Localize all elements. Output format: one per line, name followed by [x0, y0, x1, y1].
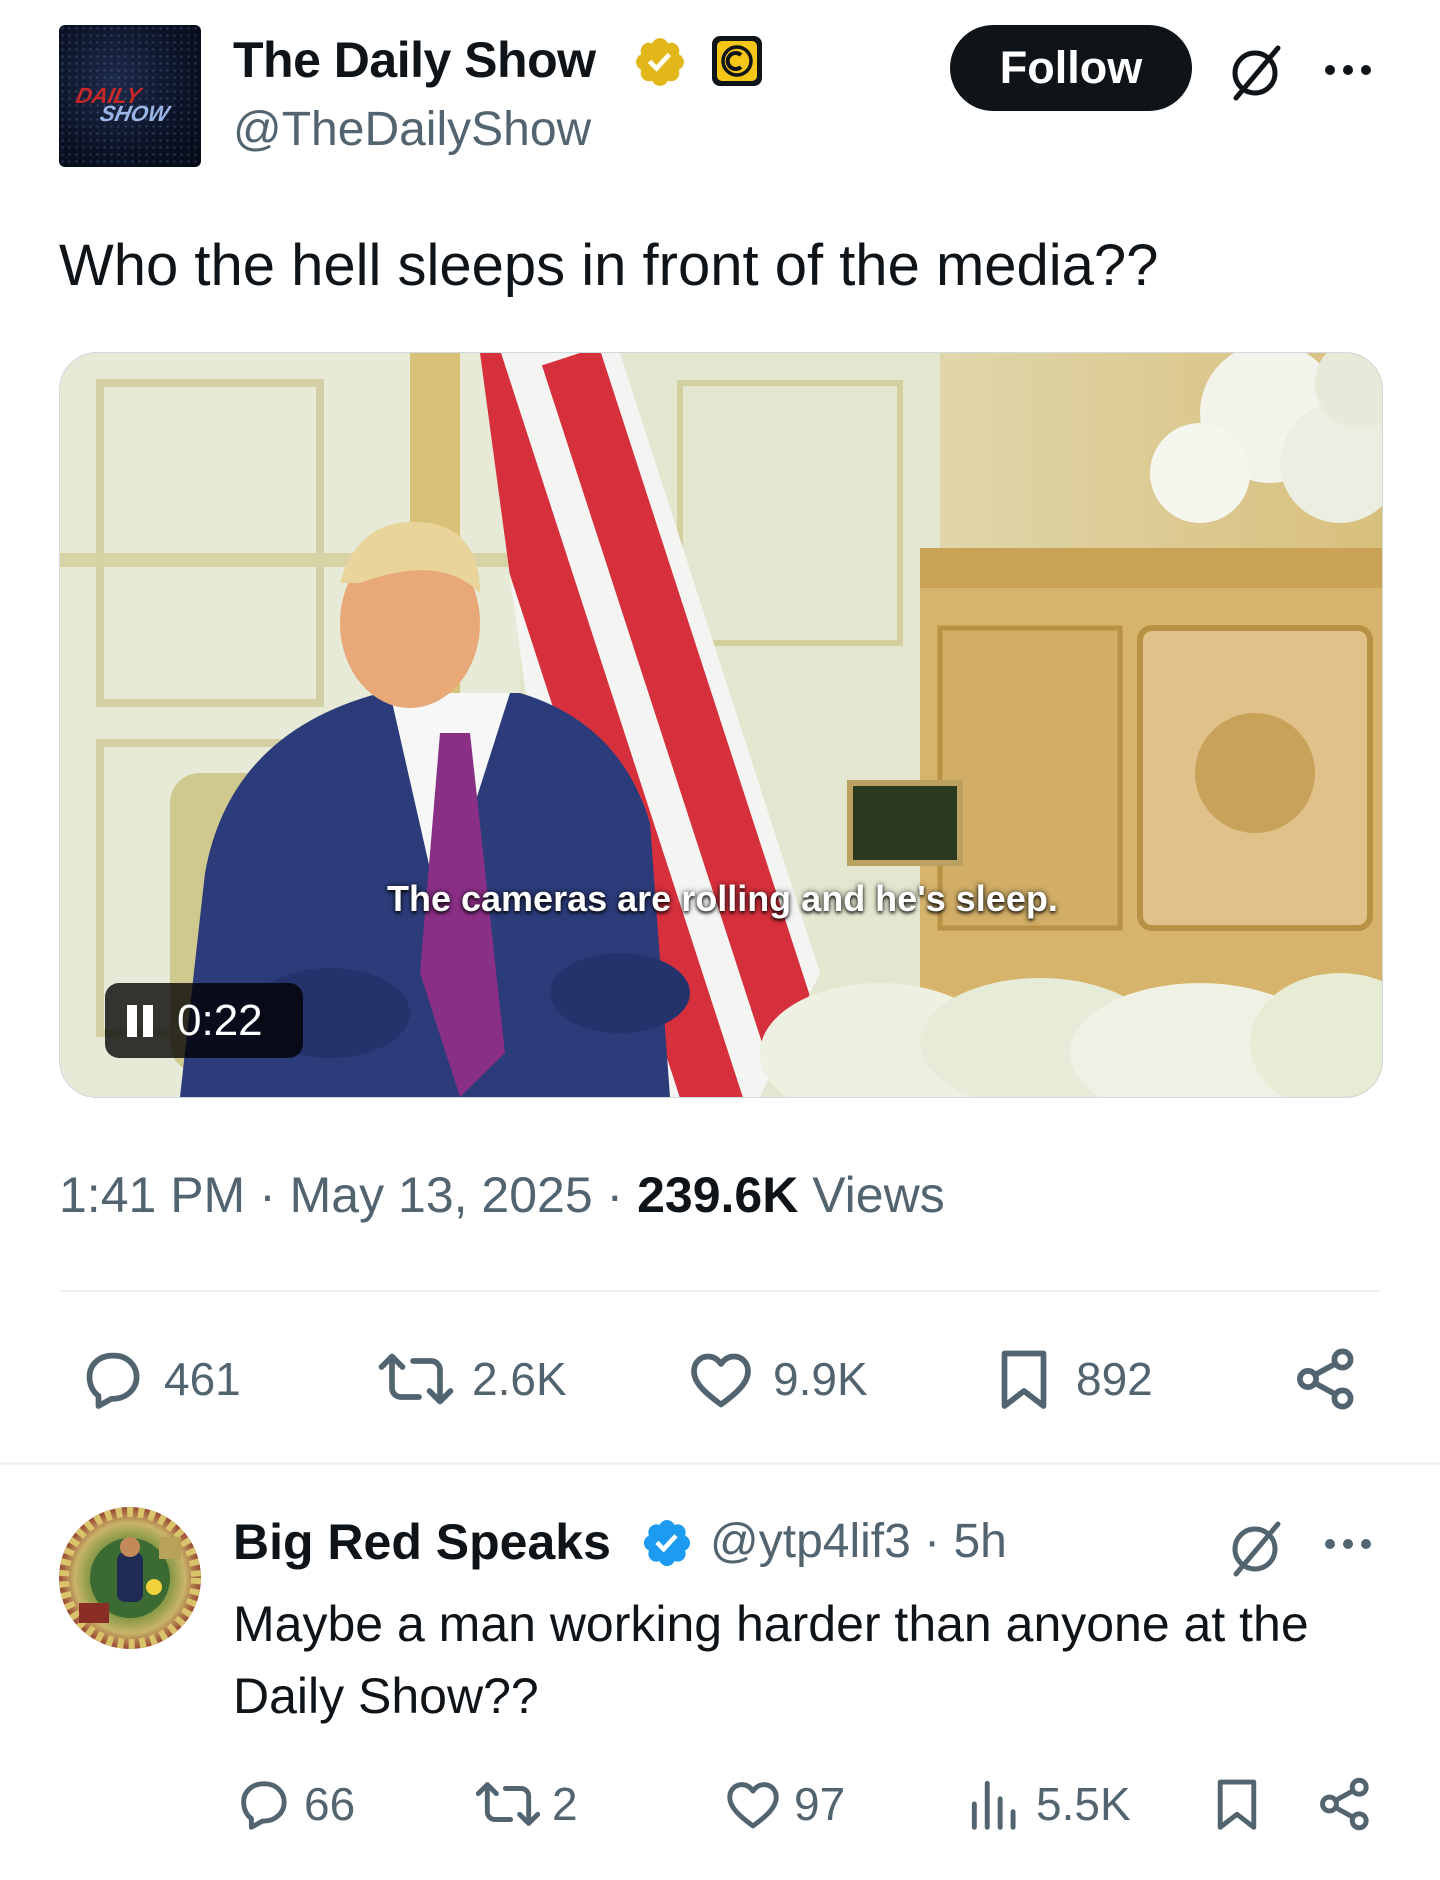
reply-author-name[interactable]: Big Red Speaks	[233, 1510, 611, 1574]
reply-count: 461	[164, 1353, 241, 1405]
heart-icon	[727, 1782, 779, 1829]
video-caption: The cameras are rolling and he's sleep.	[387, 878, 1058, 919]
reply-share-button[interactable]	[1314, 1773, 1376, 1835]
tweet-time[interactable]: 1:41 PM	[59, 1167, 245, 1223]
reply-icon	[241, 1781, 287, 1830]
verified-blue-icon	[643, 1519, 691, 1567]
reply-text: Maybe a man working harder than anyone a…	[233, 1596, 1309, 1724]
reply-time[interactable]: 5h	[953, 1515, 1006, 1568]
meta-separator: ·	[592, 1167, 638, 1223]
grok-icon[interactable]	[1222, 1516, 1288, 1582]
repost-count: 2.6K	[472, 1353, 567, 1405]
bookmark-icon	[1001, 1350, 1047, 1409]
reply-like-count: 97	[794, 1778, 846, 1830]
reply-reply-count: 66	[304, 1778, 356, 1830]
like-count: 9.9K	[773, 1353, 868, 1405]
share-icon	[1297, 1348, 1354, 1410]
views-label: Views	[812, 1167, 945, 1223]
author-handle[interactable]: @TheDailyShow	[233, 100, 591, 160]
reply-bookmark-button[interactable]	[1206, 1773, 1268, 1835]
tweet-meta: 1:41 PM · May 13, 2025 · 239.6K Views	[59, 1163, 945, 1227]
repost-icon	[475, 1782, 541, 1826]
repost-icon	[378, 1353, 454, 1405]
reply-repost-count: 2	[552, 1778, 578, 1830]
author-avatar[interactable]: DAILY SHOW	[59, 25, 201, 167]
playback-indicator[interactable]: 0:22	[105, 983, 303, 1058]
reply-views-count: 5.5K	[1036, 1778, 1131, 1830]
reply-icon	[86, 1352, 140, 1409]
section-divider	[0, 1462, 1440, 1465]
author-name[interactable]: The Daily Show	[233, 28, 596, 92]
reply-views-button[interactable]: 5.5K	[964, 1773, 1131, 1835]
bookmark-count: 892	[1076, 1353, 1153, 1405]
tweet-date[interactable]: May 13, 2025	[290, 1167, 593, 1223]
reply-author-meta: @ytp4lif3 · 5h	[710, 1510, 1007, 1574]
reply-repost-button[interactable]: 2	[474, 1773, 578, 1835]
more-options-icon[interactable]	[1320, 1524, 1376, 1564]
grok-icon[interactable]	[1222, 40, 1288, 106]
like-button[interactable]: 9.9K	[685, 1343, 868, 1415]
heart-icon	[691, 1353, 751, 1408]
reply-button[interactable]: 461	[76, 1343, 241, 1415]
bookmark-button[interactable]: 892	[988, 1343, 1153, 1415]
meta-separator: ·	[245, 1167, 290, 1223]
bookmark-icon	[1217, 1779, 1257, 1830]
video-player[interactable]: The cameras are rolling and he's sleep. …	[59, 352, 1383, 1098]
daily-show-logo: DAILY SHOW	[73, 83, 172, 126]
divider	[59, 1290, 1381, 1292]
repost-button[interactable]: 2.6K	[376, 1343, 567, 1415]
tweet-text: Who the hell sleeps in front of the medi…	[59, 233, 1159, 298]
reply-author-handle[interactable]: @ytp4lif3	[710, 1515, 911, 1568]
views-count: 239.6K	[637, 1167, 799, 1223]
video-duration: 0:22	[177, 995, 263, 1045]
share-icon	[1320, 1777, 1369, 1831]
avatar-artwork	[59, 1507, 201, 1649]
reply-like-button[interactable]: 97	[722, 1773, 845, 1835]
pause-icon[interactable]	[125, 1004, 155, 1037]
affiliate-badge[interactable]	[712, 36, 762, 86]
reply-reply-button[interactable]: 66	[232, 1773, 355, 1835]
share-button[interactable]	[1290, 1343, 1362, 1415]
comedy-central-icon	[717, 41, 757, 81]
meta-separator: ·	[910, 1515, 954, 1568]
views-chart-icon	[971, 1780, 1016, 1830]
follow-button[interactable]: Follow	[950, 25, 1192, 111]
verified-gold-icon	[636, 38, 684, 86]
more-options-icon[interactable]	[1320, 50, 1376, 90]
reply-author-avatar[interactable]	[59, 1507, 201, 1649]
